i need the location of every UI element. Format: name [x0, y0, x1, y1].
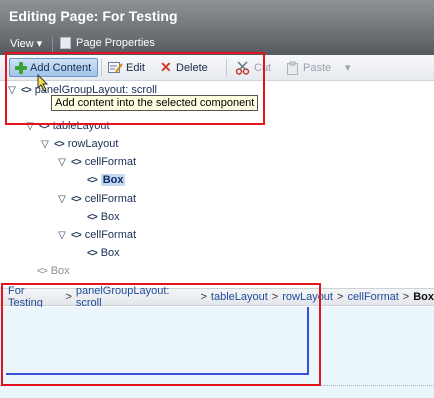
clipboard-icon	[287, 61, 298, 75]
window-title-bar: Editing Page: For Testing	[0, 0, 434, 34]
tree-node-box[interactable]: <> Box	[87, 209, 120, 225]
highlight-box-toolbar	[5, 52, 265, 125]
breadcrumb-separator: >	[402, 291, 410, 303]
chevron-down-icon: ▾	[36, 38, 43, 50]
component-tag-icon: <>	[71, 156, 82, 168]
tree-node-label: cellFormat	[84, 229, 137, 241]
component-tag-icon: <>	[71, 193, 82, 205]
tree-node-label: Box	[100, 174, 126, 186]
component-tag-icon: <>	[54, 138, 65, 150]
expand-triangle-icon[interactable]: ▽	[40, 139, 50, 150]
component-tag-icon: <>	[87, 211, 98, 223]
tree-node-label: cellFormat	[84, 193, 137, 205]
page-properties-button[interactable]: Page Properties	[60, 37, 155, 49]
highlight-box-canvas	[1, 283, 321, 386]
view-menu[interactable]: View ▾	[10, 37, 43, 51]
tree-node-row[interactable]: ▽ <> rowLayout	[40, 136, 118, 152]
tree-node-cell[interactable]: ▽ <> cellFormat	[57, 154, 136, 170]
view-menu-label: View	[10, 37, 34, 50]
component-tag-icon: <>	[87, 174, 98, 186]
expand-triangle-icon[interactable]: ▽	[57, 230, 67, 241]
broken-link-icon: <>	[37, 265, 48, 277]
page-properties-icon	[60, 37, 71, 49]
component-tag-icon: <>	[71, 229, 82, 241]
paste-button[interactable]: Paste	[286, 58, 331, 77]
tree-node-label: Box	[100, 211, 120, 223]
page-title: Editing Page: For Testing	[9, 8, 178, 24]
tree-node-label: Box	[50, 265, 70, 277]
tree-node-box-outer[interactable]: <> Box	[37, 263, 70, 279]
tree-node-cell[interactable]: ▽ <> cellFormat	[57, 227, 136, 243]
paste-label: Paste	[303, 61, 332, 74]
tree-node-label: Box	[100, 247, 120, 259]
expand-triangle-icon[interactable]: ▽	[57, 194, 67, 205]
chevron-down-icon: ▾	[345, 62, 351, 74]
tree-node-box[interactable]: <> Box	[87, 245, 120, 261]
menu-separator	[52, 36, 53, 53]
breadcrumb-current: Box	[413, 291, 434, 303]
tree-node-cell[interactable]: ▽ <> cellFormat	[57, 191, 136, 207]
tree-node-label: cellFormat	[84, 156, 137, 168]
breadcrumb-separator: >	[337, 291, 344, 303]
expand-triangle-icon[interactable]: ▽	[57, 157, 67, 168]
component-tag-icon: <>	[87, 247, 98, 259]
tree-node-label: rowLayout	[67, 138, 119, 150]
page-properties-label: Page Properties	[76, 37, 155, 49]
more-menu-button[interactable]: ▾	[345, 58, 351, 77]
tree-node-box-selected[interactable]: <> Box	[87, 172, 126, 188]
breadcrumb-item[interactable]: cellFormat	[347, 291, 398, 303]
